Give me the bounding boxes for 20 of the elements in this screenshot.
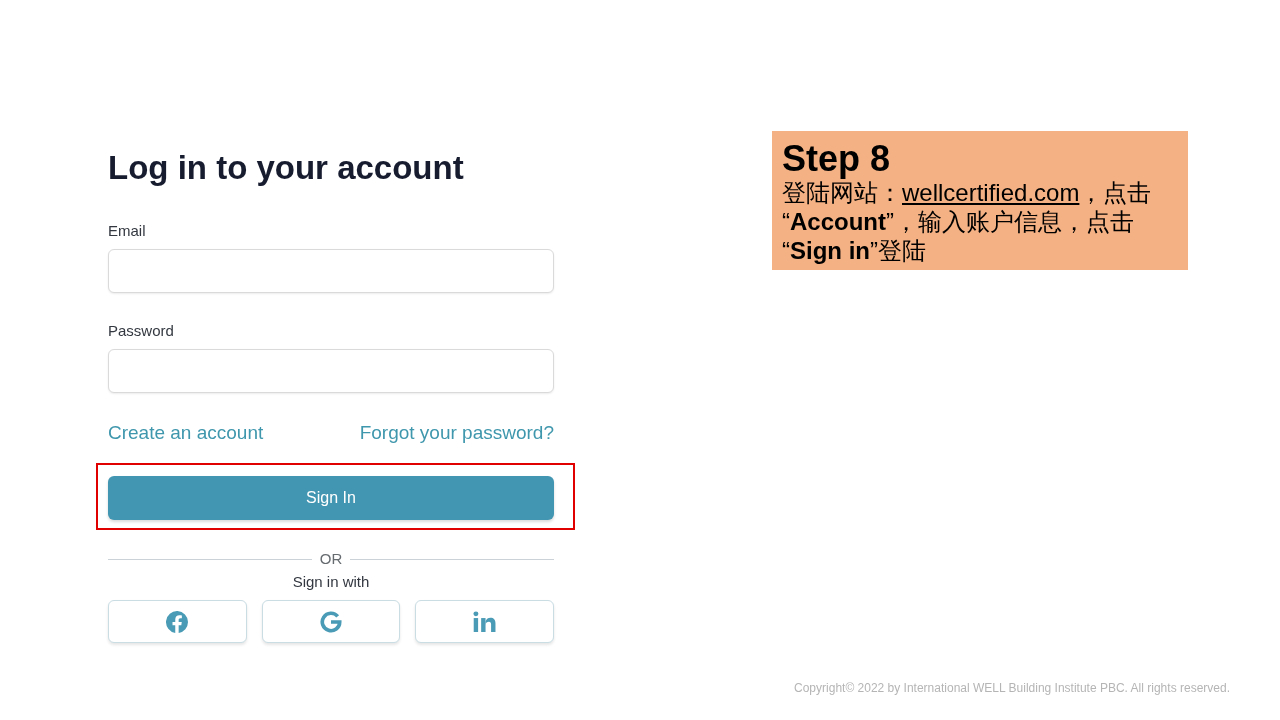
copyright-text: Copyright© 2022 by International WELL Building Institute PBC. All rights reserved. (794, 681, 1230, 695)
text-link[interactable]: Create an account (108, 421, 264, 445)
step-title: Step 8 (782, 140, 891, 178)
social-login-button[interactable] (261, 600, 401, 643)
step-instructions: 登陆网站：wellcertified.com，点击 “Account”，输入账户信息，点击 “Sign in”登陆 (782, 179, 1153, 265)
sign-in-button[interactable]: Sign In (108, 476, 554, 520)
text-link[interactable]: Forgot your password? (359, 421, 554, 445)
linkedin-icon (473, 611, 497, 632)
divider-label: OR (319, 550, 343, 568)
google-icon (320, 610, 342, 633)
input-field[interactable] (108, 349, 554, 393)
social-login-button[interactable] (415, 600, 554, 643)
website-link[interactable]: wellcertified.com (902, 179, 1080, 206)
social-login-button[interactable] (108, 600, 247, 643)
field-label: Password (108, 322, 174, 340)
login-title: Log in to your account (108, 148, 465, 188)
input-field[interactable] (108, 249, 554, 293)
social-caption: Sign in with (292, 573, 370, 591)
facebook-icon (166, 610, 189, 633)
field-label: Email (108, 222, 146, 240)
